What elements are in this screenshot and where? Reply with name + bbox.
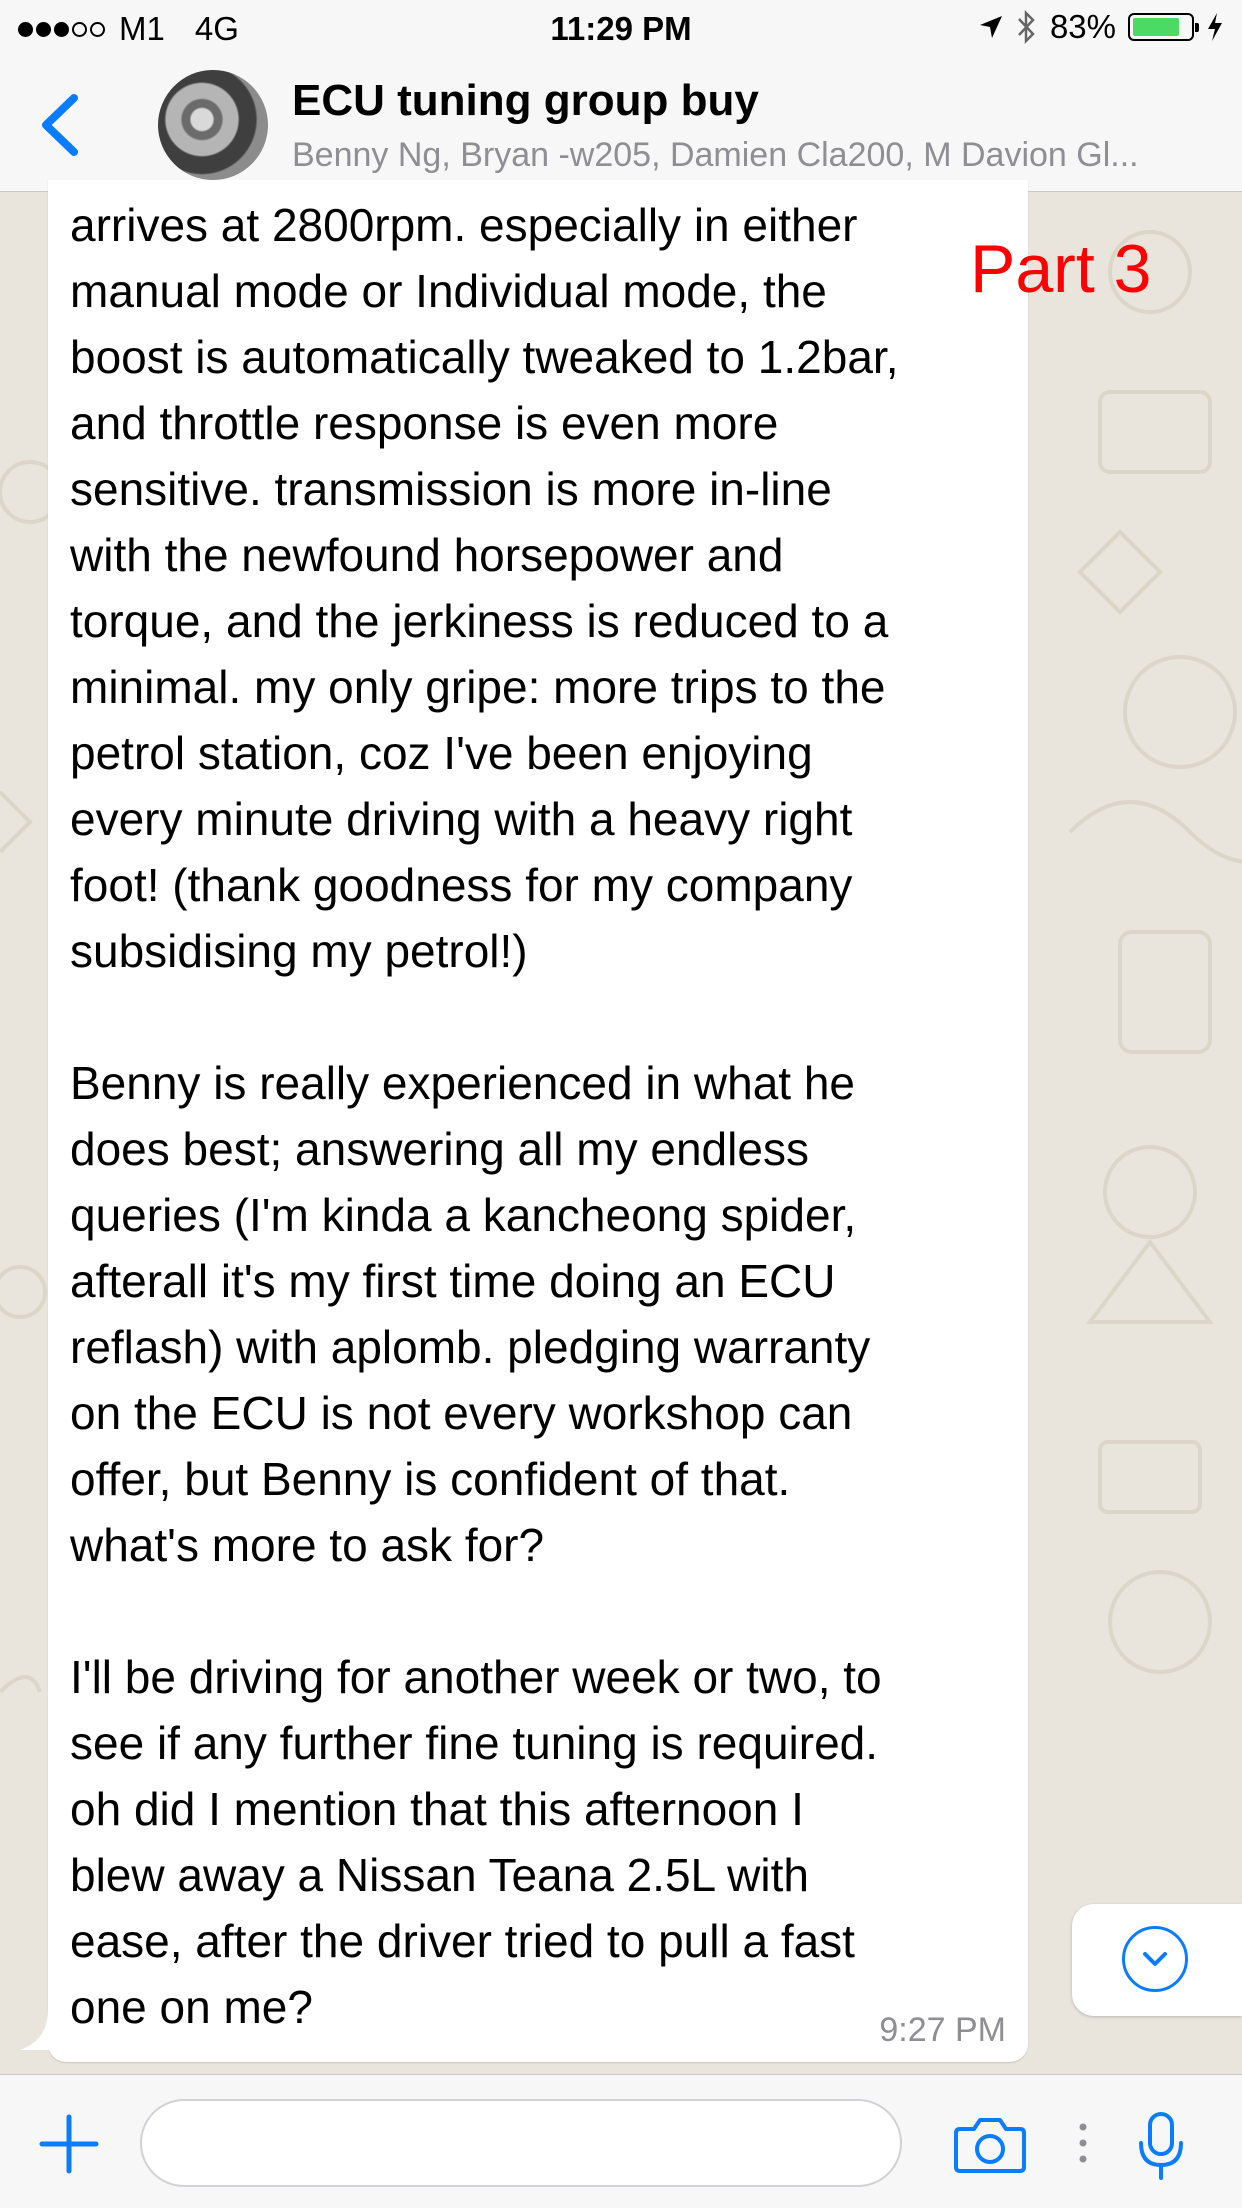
more-dots-icon [1079,2123,1087,2163]
group-avatar[interactable] [158,70,268,180]
chat-title[interactable]: ECU tuning group buy [292,76,759,126]
scroll-to-bottom-button[interactable] [1072,1904,1242,2016]
input-bar [0,2074,1242,2208]
chat-header: ECU tuning group buy Benny Ng, Bryan -w2… [0,62,1242,192]
status-bar: M1 4G 11:29 PM 83% [0,0,1242,62]
battery-icon [1128,13,1199,41]
message-input[interactable] [140,2099,902,2187]
back-chevron-icon[interactable] [30,90,90,160]
message-text: arrives at 2800rpm. especially in either… [70,199,899,2033]
camera-icon[interactable] [954,2115,1026,2173]
charging-bolt-icon [1208,13,1222,41]
microphone-icon[interactable] [1136,2111,1186,2181]
chevron-down-icon [1122,1926,1188,1992]
battery-percent: 83% [1049,8,1116,45]
location-arrow-icon [979,16,1002,38]
chat-participants[interactable]: Benny Ng, Bryan -w205, Damien Cla200, M … [292,136,1222,175]
message-timestamp: 9:27 PM [879,2011,1006,2049]
message-bubble[interactable]: arrives at 2800rpm. especially in either… [48,180,1028,2062]
plus-icon[interactable] [38,2113,100,2175]
bluetooth-icon [1018,10,1035,44]
part-annotation: Part 3 [970,231,1152,307]
bubble-tail [20,2010,60,2050]
